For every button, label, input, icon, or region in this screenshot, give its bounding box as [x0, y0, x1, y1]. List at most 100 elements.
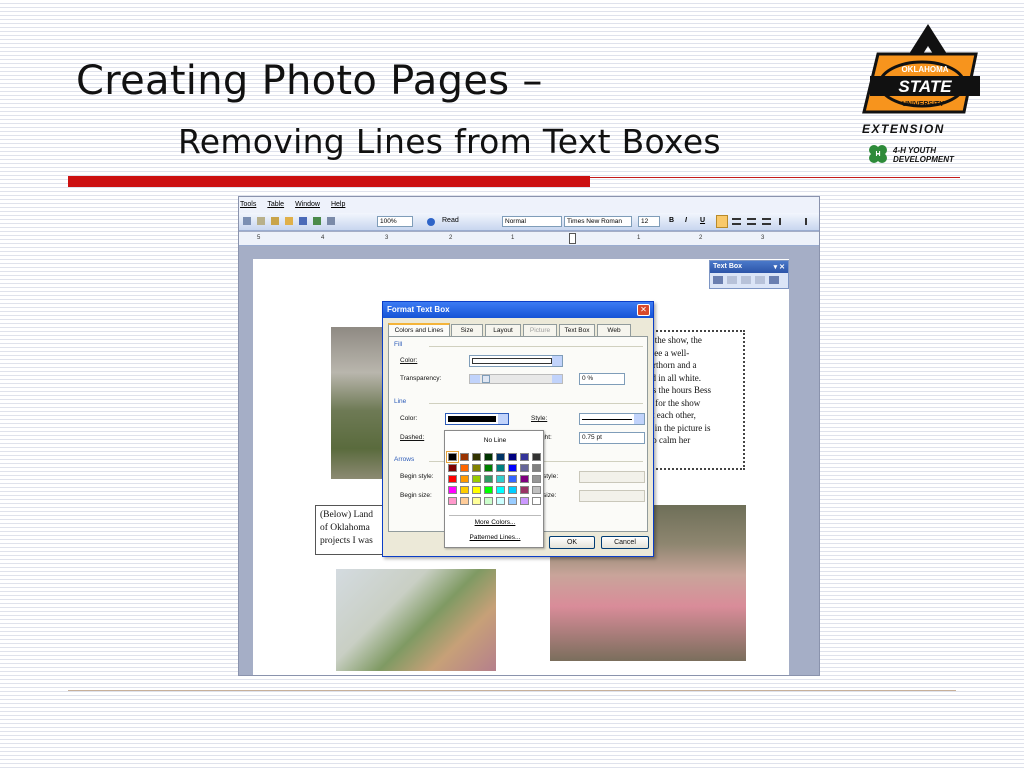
patterned-lines-option[interactable]: Patterned Lines...: [449, 534, 541, 541]
tab-layout[interactable]: Layout: [485, 324, 521, 336]
color-swatch[interactable]: [448, 475, 457, 483]
color-swatch[interactable]: [532, 475, 541, 483]
photo-children-flowers[interactable]: [336, 569, 496, 671]
tab-colors-and-lines[interactable]: Colors and Lines: [388, 323, 450, 336]
chevron-right-icon[interactable]: [552, 375, 562, 383]
font-size-select[interactable]: 12: [638, 216, 660, 227]
indent-marker[interactable]: [569, 233, 576, 244]
more-colors-option[interactable]: More Colors...: [449, 519, 541, 526]
copy-icon[interactable]: [257, 217, 265, 225]
read-button[interactable]: Read: [442, 217, 459, 224]
paste-icon[interactable]: [271, 217, 279, 225]
color-swatch[interactable]: [520, 464, 529, 472]
color-swatch[interactable]: [508, 453, 517, 461]
color-swatch[interactable]: [448, 497, 457, 505]
format-painter-icon[interactable]: [285, 217, 293, 225]
color-swatch[interactable]: [520, 486, 529, 494]
menu-table[interactable]: Table: [267, 201, 284, 213]
weight-input[interactable]: 0.75 pt: [579, 432, 645, 444]
zoom-select[interactable]: 100%: [377, 216, 413, 227]
color-swatch[interactable]: [460, 497, 469, 505]
undo-icon[interactable]: [299, 217, 307, 225]
style-select[interactable]: Normal: [502, 216, 562, 227]
line-color-select[interactable]: [445, 413, 509, 425]
color-swatch[interactable]: [472, 497, 481, 505]
color-swatch[interactable]: [508, 464, 517, 472]
chevron-down-icon[interactable]: [634, 414, 644, 424]
align-right-icon[interactable]: [747, 218, 756, 225]
end-size-select[interactable]: [579, 490, 645, 502]
text-direction-icon[interactable]: [769, 276, 779, 284]
color-swatch[interactable]: [508, 486, 517, 494]
color-swatch[interactable]: [446, 451, 459, 463]
color-swatch[interactable]: [496, 453, 505, 461]
color-swatch[interactable]: [484, 486, 493, 494]
color-swatch[interactable]: [532, 486, 541, 494]
end-style-select[interactable]: [579, 471, 645, 483]
color-swatch[interactable]: [472, 453, 481, 461]
dialog-close-icon[interactable]: ✕: [637, 304, 650, 316]
link-icon[interactable]: [713, 276, 723, 284]
no-line-option[interactable]: No Line: [449, 435, 541, 447]
tab-text-box[interactable]: Text Box: [559, 324, 595, 336]
numbering-icon[interactable]: [805, 218, 815, 225]
fill-color-select[interactable]: [469, 355, 563, 367]
slider-thumb[interactable]: [482, 375, 490, 383]
color-swatch[interactable]: [520, 453, 529, 461]
menu-help[interactable]: Help: [331, 201, 345, 213]
tab-picture[interactable]: Picture: [523, 324, 557, 336]
text-box-toolbar-close-icon[interactable]: ▾ ✕: [774, 263, 785, 271]
menu-tools[interactable]: Tools: [240, 201, 256, 213]
color-swatch[interactable]: [532, 464, 541, 472]
color-swatch[interactable]: [460, 486, 469, 494]
italic-button[interactable]: I: [685, 217, 687, 224]
help-icon[interactable]: [427, 218, 435, 226]
color-swatch[interactable]: [532, 453, 541, 461]
color-swatch[interactable]: [496, 464, 505, 472]
cancel-button[interactable]: Cancel: [601, 536, 649, 549]
color-swatch[interactable]: [508, 475, 517, 483]
ok-button[interactable]: OK: [549, 536, 595, 549]
horizontal-ruler[interactable]: 5 4 3 2 1 1 2 3: [239, 232, 819, 246]
cut-icon[interactable]: [243, 217, 251, 225]
chevron-left-icon[interactable]: [470, 375, 480, 383]
chevron-down-icon[interactable]: [552, 356, 562, 366]
tab-size[interactable]: Size: [451, 324, 483, 336]
color-swatch[interactable]: [448, 464, 457, 472]
color-swatch[interactable]: [460, 475, 469, 483]
color-swatch[interactable]: [472, 475, 481, 483]
transparency-input[interactable]: 0 %: [579, 373, 625, 385]
tab-web[interactable]: Web: [597, 324, 631, 336]
text-box-content[interactable]: ch the show, the d see a well- horthorn …: [644, 334, 744, 447]
align-left-icon[interactable]: [716, 215, 728, 228]
color-swatch[interactable]: [448, 486, 457, 494]
color-swatch[interactable]: [484, 497, 493, 505]
underline-button[interactable]: U: [700, 217, 705, 224]
justify-icon[interactable]: [762, 218, 771, 225]
preview-icon[interactable]: [327, 217, 335, 225]
color-swatch[interactable]: [496, 486, 505, 494]
previous-box-icon[interactable]: [741, 276, 751, 284]
line-spacing-icon[interactable]: [779, 218, 793, 225]
menu-window[interactable]: Window: [295, 201, 320, 213]
font-select[interactable]: Times New Roman: [564, 216, 632, 227]
color-swatch[interactable]: [520, 497, 529, 505]
color-swatch[interactable]: [484, 453, 493, 461]
color-swatch[interactable]: [496, 497, 505, 505]
color-swatch[interactable]: [496, 475, 505, 483]
align-center-icon[interactable]: [732, 218, 741, 225]
color-swatch[interactable]: [460, 453, 469, 461]
color-swatch[interactable]: [460, 464, 469, 472]
color-swatch[interactable]: [508, 497, 517, 505]
color-swatch[interactable]: [484, 475, 493, 483]
line-style-select[interactable]: [579, 413, 645, 425]
bold-button[interactable]: B: [669, 217, 674, 224]
color-swatch[interactable]: [472, 486, 481, 494]
color-swatch[interactable]: [472, 464, 481, 472]
caption-text-box[interactable]: (Below) Land of Oklahoma projects I was: [315, 505, 385, 555]
color-swatch[interactable]: [484, 464, 493, 472]
chevron-down-icon[interactable]: [498, 414, 508, 424]
next-box-icon[interactable]: [755, 276, 765, 284]
color-swatch[interactable]: [532, 497, 541, 505]
break-link-icon[interactable]: [727, 276, 737, 284]
